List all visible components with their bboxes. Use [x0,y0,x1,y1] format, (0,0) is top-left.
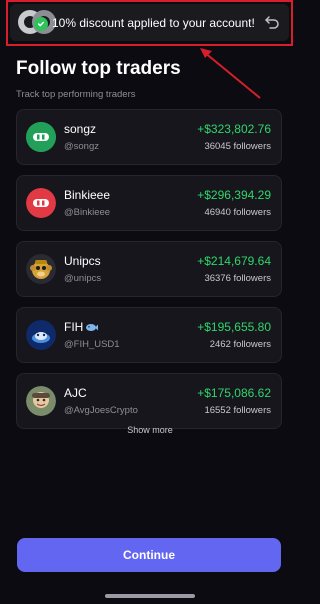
trader-followers: 16552 followers [204,405,271,416]
trader-profit: +$323,802.76 [197,122,271,136]
trader-name: FIH [64,320,99,334]
trader-handle: @songz [64,141,99,152]
annotation-highlight-box [6,0,293,46]
trader-followers: 36045 followers [204,141,271,152]
trader-card-unipcs[interactable]: Unipcs @unipcs +$214,679.64 36376 follow… [16,241,282,297]
trader-handle: @unipcs [64,273,102,284]
screen: 10% discount applied to your account! Fo… [0,0,300,604]
fish-avatar [26,320,56,350]
page-subtitle: Track top performing traders [16,89,136,100]
trader-profit: +$296,394.29 [197,188,271,202]
green-logo-avatar [26,122,56,152]
trader-card-ajc[interactable]: AJC @AvgJoesCrypto +$175,086.62 16552 fo… [16,373,282,429]
trader-profit: +$175,086.62 [197,386,271,400]
red-logo-avatar [26,188,56,218]
trader-card-binkieee[interactable]: Binkieee @Binkieee +$296,394.29 46940 fo… [16,175,282,231]
trader-handle: @AvgJoesCrypto [64,405,138,416]
trader-handle: @FIH_USD1 [64,339,120,350]
trader-followers: 36376 followers [204,273,271,284]
trader-name: AJC [64,386,87,400]
home-indicator [105,594,195,598]
annotation-arrow-icon [200,48,261,99]
show-more-button[interactable]: Show more [0,425,300,435]
trader-name: songz [64,122,97,136]
trader-list: songz @songz +$323,802.76 36045 follower… [16,109,282,439]
trader-profit: +$214,679.64 [197,254,271,268]
trader-name: Unipcs [64,254,101,268]
page-title: Follow top traders [16,58,181,79]
trader-followers: 2462 followers [209,339,271,350]
trader-card-fih[interactable]: FIH @FIH_USD1 +$195,655.80 2462 follower… [16,307,282,363]
trader-followers: 46940 followers [204,207,271,218]
person-avatar [26,386,56,416]
trader-card-songz[interactable]: songz @songz +$323,802.76 36045 follower… [16,109,282,165]
monkey-avatar [26,254,56,284]
trader-name: Binkieee [64,188,111,202]
trader-profit: +$195,655.80 [197,320,271,334]
continue-button[interactable]: Continue [17,538,281,572]
fish-emoji-icon [86,324,99,332]
trader-handle: @Binkieee [64,207,111,218]
